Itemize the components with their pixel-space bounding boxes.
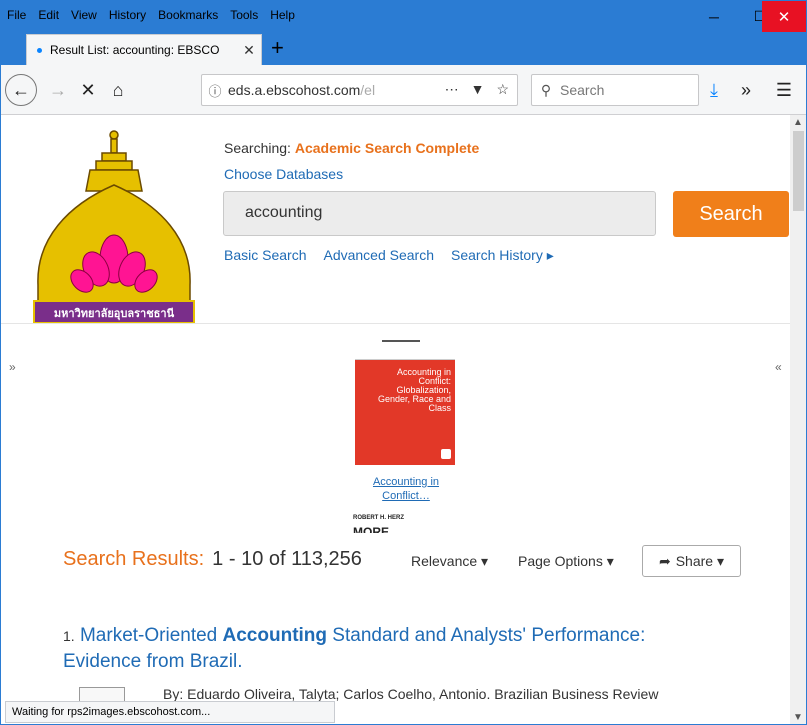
search-bar[interactable]: ⚲ Search xyxy=(531,74,699,106)
search-query-input[interactable]: accounting xyxy=(223,191,656,236)
book-caption-link[interactable]: Accounting in Conflict… xyxy=(361,475,451,503)
menu-view[interactable]: View xyxy=(71,8,97,22)
menu-history[interactable]: History xyxy=(109,8,146,22)
menu-tools[interactable]: Tools xyxy=(230,8,258,22)
scroll-down-icon[interactable]: ▼ xyxy=(790,710,806,724)
url-actions: ⋯ ▼ ☆ xyxy=(445,81,509,98)
searching-label: Searching: xyxy=(224,140,291,156)
search-results-heading: Search Results: 1 - 10 of 113,256 xyxy=(63,548,362,571)
url-path: /el xyxy=(360,82,376,98)
share-icon: ➦ xyxy=(658,552,671,569)
menu-list: File Edit View History Bookmarks Tools H… xyxy=(7,8,295,22)
results-label: Search Results: xyxy=(63,548,205,570)
carousel-header xyxy=(382,340,420,342)
logo-text: มหาวิทยาลัยอุบลราชธานี xyxy=(54,307,175,321)
scroll-up-icon[interactable]: ▲ xyxy=(790,115,806,131)
url-text[interactable]: eds.a.ebscohost.com/el xyxy=(228,82,378,98)
expand-right-panel-icon[interactable]: « xyxy=(775,360,782,374)
search-button[interactable]: Search xyxy=(673,191,789,237)
result-title-link[interactable]: Market-Oriented Accounting Standard and … xyxy=(63,625,645,672)
next-book-author: ROBERT H. HERZ xyxy=(353,515,404,521)
search-history-link[interactable]: Search History ▸ xyxy=(451,247,554,264)
next-book-title: MORE xyxy=(353,525,389,533)
home-icon[interactable]: ⌂ xyxy=(105,77,131,103)
advanced-search-link[interactable]: Advanced Search xyxy=(323,247,434,264)
share-label: Share ▾ xyxy=(675,552,724,569)
stop-icon[interactable]: ✕ xyxy=(75,77,101,103)
url-host: eds.a.ebscohost.com xyxy=(228,82,361,98)
title-keyword: Accounting xyxy=(222,625,328,646)
searching-line: Searching: Academic Search Complete xyxy=(224,140,479,156)
minimize-icon[interactable]: ─ xyxy=(691,1,737,32)
tab-result-list[interactable]: Result List: accounting: EBSCO ✕ xyxy=(26,34,262,65)
basic-search-link[interactable]: Basic Search xyxy=(224,247,306,264)
tab-title: Result List: accounting: EBSCO xyxy=(50,43,220,57)
bookmark-star-icon[interactable]: ☆ xyxy=(496,81,509,98)
share-button[interactable]: ➦ Share ▾ xyxy=(642,545,741,577)
expand-left-panel-icon[interactable]: » xyxy=(9,360,16,374)
choose-databases-link[interactable]: Choose Databases xyxy=(224,166,343,182)
menu-edit[interactable]: Edit xyxy=(38,8,59,22)
page-actions-icon[interactable]: ⋯ xyxy=(445,81,459,98)
sort-dropdown[interactable]: Relevance ▾ xyxy=(411,553,488,570)
menu-bar: File Edit View History Bookmarks Tools H… xyxy=(1,1,806,32)
pocket-icon[interactable]: ▼ xyxy=(471,81,485,98)
back-arrow-icon[interactable]: ← xyxy=(5,74,37,106)
search-placeholder: Search xyxy=(560,82,605,98)
status-bar: Waiting for rps2images.ebscohost.com... xyxy=(5,701,335,723)
download-icon[interactable]: ⤓ xyxy=(701,77,727,103)
search-links: Basic Search Advanced Search Search Hist… xyxy=(224,247,554,264)
result-number: 1. xyxy=(63,628,75,644)
new-tab-icon[interactable]: + xyxy=(271,37,284,59)
university-logo: มหาวิทยาลัยอุบลราชธานี xyxy=(33,130,195,324)
menu-help[interactable]: Help xyxy=(270,8,295,22)
tab-strip: Result List: accounting: EBSCO ✕ + xyxy=(1,32,806,65)
page-options-dropdown[interactable]: Page Options ▾ xyxy=(518,553,614,570)
browser-window: File Edit View History Bookmarks Tools H… xyxy=(0,0,807,725)
loading-dot-icon xyxy=(37,47,42,53)
url-bar[interactable]: ⓘ eds.a.ebscohost.com/el ⋯ ▼ ☆ xyxy=(201,74,518,106)
page-scrollbar[interactable]: ▲ ▼ xyxy=(790,115,806,724)
results-count: 1 - 10 of 113,256 xyxy=(212,548,362,570)
menu-bookmarks[interactable]: Bookmarks xyxy=(158,8,218,22)
title-part-a: Market-Oriented xyxy=(79,625,223,646)
scroll-thumb[interactable] xyxy=(793,131,804,211)
database-name: Academic Search Complete xyxy=(294,140,480,156)
header-divider xyxy=(1,323,790,324)
book-cover[interactable]: Accounting in Conflict: Globalization, G… xyxy=(355,352,455,465)
hamburger-menu-icon[interactable]: ☰ xyxy=(771,77,797,103)
result-item-1: 1. Market-Oriented Accounting Standard a… xyxy=(63,623,703,675)
book-cover-header xyxy=(355,352,455,360)
close-window-icon[interactable]: ✕ xyxy=(762,1,806,32)
forward-arrow-icon[interactable]: → xyxy=(45,77,71,103)
publisher-logo-icon xyxy=(441,449,451,459)
menu-file[interactable]: File xyxy=(7,8,26,22)
overflow-chevron-icon[interactable]: » xyxy=(733,77,759,103)
navigation-toolbar: ← → ✕ ⌂ ⓘ eds.a.ebscohost.com/el ⋯ ▼ ☆ ⚲… xyxy=(1,65,806,115)
site-info-icon[interactable]: ⓘ xyxy=(202,81,228,100)
tab-close-icon[interactable]: ✕ xyxy=(237,42,261,59)
search-icon: ⚲ xyxy=(540,81,552,98)
book-cover-title: Accounting in Conflict: Globalization, G… xyxy=(377,367,451,413)
page-content: มหาวิทยาลัยอุบลราชธานี Searching: Academ… xyxy=(1,115,790,707)
